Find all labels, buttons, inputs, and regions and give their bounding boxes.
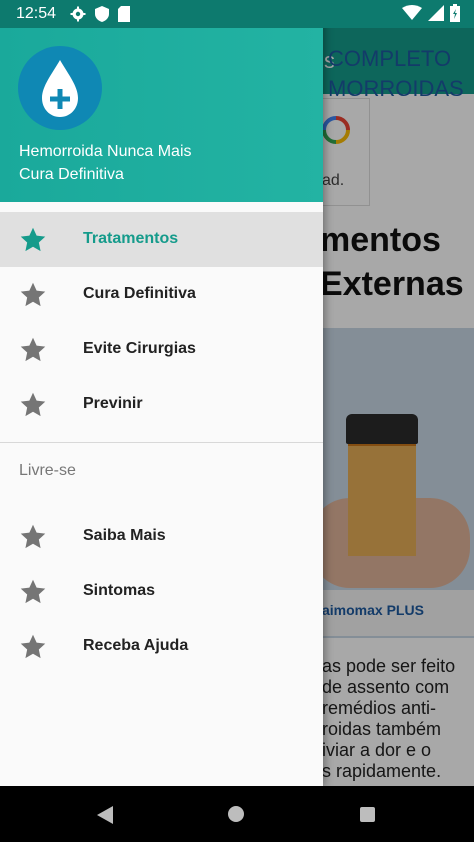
home-button[interactable] [228, 806, 244, 822]
menu-item-sintomas[interactable]: Sintomas [0, 564, 323, 619]
drop-plus-icon [42, 60, 78, 117]
drawer-menu: Tratamentos Cura Definitiva Evite Cirurg… [0, 212, 323, 674]
signal-icon [428, 5, 444, 21]
battery-icon [450, 4, 460, 22]
menu-item-saiba-mais[interactable]: Saiba Mais [0, 509, 323, 564]
drawer-app-name: Hemorroida Nunca Mais [19, 143, 192, 160]
gear-icon [70, 6, 86, 22]
menu-section-title: Livre-se [19, 462, 76, 479]
star-icon [20, 392, 46, 416]
star-icon [20, 524, 46, 548]
status-time: 12:54 [16, 5, 57, 22]
app-logo [18, 46, 102, 130]
sd-card-icon [118, 6, 131, 22]
menu-item-cura-definitiva[interactable]: Cura Definitiva [0, 267, 323, 322]
star-icon [20, 579, 46, 603]
menu-item-label: Previnir [83, 395, 143, 412]
menu-item-label: Evite Cirurgias [83, 340, 196, 357]
drawer-app-subtitle: Cura Definitiva [19, 166, 124, 183]
star-icon [20, 634, 46, 658]
back-icon[interactable] [96, 805, 114, 825]
menu-item-label: Cura Definitiva [83, 285, 196, 302]
recents-button[interactable] [360, 807, 375, 822]
menu-item-label: Sintomas [83, 582, 156, 599]
status-bar: 12:54 [0, 0, 474, 28]
menu-item-previnir[interactable]: Previnir [0, 377, 323, 432]
star-icon [20, 282, 46, 306]
wifi-icon [402, 5, 422, 20]
system-nav-bar [0, 786, 474, 842]
shield-icon [95, 6, 110, 22]
menu-item-receba-ajuda[interactable]: Receba Ajuda [0, 619, 323, 674]
menu-item-label: Tratamentos [83, 230, 179, 247]
menu-item-evite-cirurgias[interactable]: Evite Cirurgias [0, 322, 323, 377]
navigation-drawer: Hemorroida Nunca Mais Cura Definitiva Tr… [0, 0, 323, 786]
drawer-header: Hemorroida Nunca Mais Cura Definitiva [0, 0, 323, 202]
menu-item-label: Receba Ajuda [83, 637, 189, 654]
star-icon [20, 227, 46, 251]
menu-item-label: Saiba Mais [83, 527, 166, 544]
star-icon [20, 337, 46, 361]
menu-item-tratamentos[interactable]: Tratamentos [0, 212, 323, 267]
